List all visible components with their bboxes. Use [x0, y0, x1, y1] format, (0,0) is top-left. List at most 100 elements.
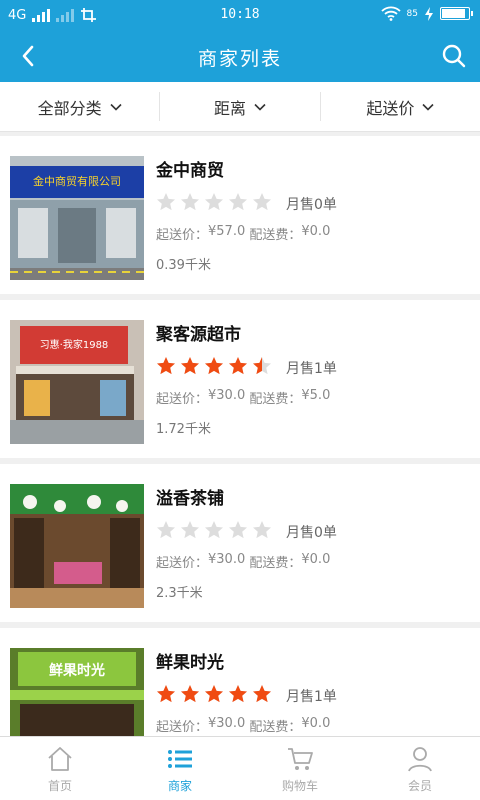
user-icon	[408, 746, 432, 771]
rating-stars	[156, 520, 272, 540]
home-icon	[48, 746, 72, 771]
rating-stars	[156, 192, 272, 212]
battery-icon	[440, 7, 473, 20]
chevron-down-icon	[110, 103, 122, 111]
delivery-fee-value: ¥0.0	[301, 552, 331, 567]
filter-min-order-label: 起送价	[366, 98, 415, 118]
star-filled-icon	[181, 357, 199, 375]
store-name: 鲜果时光	[156, 653, 224, 673]
star-filled-icon	[157, 685, 175, 703]
delivery-fee-value: ¥0.0	[301, 716, 331, 731]
store-photo	[10, 484, 144, 608]
star-filled-icon	[157, 357, 175, 375]
store-name: 金中商贸	[156, 161, 224, 181]
store-photo: 金中商贸有限公司	[10, 156, 144, 280]
monthly-sales: 月售1单	[286, 361, 337, 377]
tab-member-label: 会员	[407, 778, 432, 793]
store-card[interactable]: 溢香茶铺 月售0单 起送价： ¥30.0 配送费： ¥0.0 2.3千米	[0, 464, 480, 622]
star-filled-icon	[205, 357, 223, 375]
delivery-fee-label: 配送费：	[249, 720, 302, 735]
star-empty-icon	[205, 193, 223, 211]
store-sign-text: 习惠·我家1988	[40, 338, 109, 351]
store-sign-text: 鲜果时光	[49, 662, 105, 679]
tab-bar: 首页 商家 购物车 会员	[0, 736, 480, 800]
store-card[interactable]: 金中商贸有限公司 金中商贸 月售0单 起送价： ¥57.0 配送费： ¥0.0 …	[0, 136, 480, 294]
star-filled-icon	[205, 685, 223, 703]
filter-category-label: 全部分类	[37, 98, 102, 118]
filter-bar: 全部分类 距离 起送价	[0, 82, 480, 132]
monthly-sales: 月售1单	[286, 689, 337, 705]
filter-category[interactable]: 全部分类	[0, 92, 161, 121]
page-title: 商家列表	[197, 48, 282, 70]
tab-cart[interactable]: 购物车	[240, 737, 360, 800]
rating-stars	[156, 684, 272, 704]
star-empty-icon	[229, 521, 247, 539]
star-filled-icon	[229, 685, 247, 703]
min-order-label: 起送价：	[156, 720, 209, 735]
fee-info: 起送价： ¥30.0 配送费： ¥0.0	[156, 716, 330, 735]
tab-member[interactable]: 会员	[360, 737, 480, 800]
fee-info: 起送价： ¥30.0 配送费： ¥5.0	[156, 388, 330, 407]
delivery-fee-label: 配送费：	[249, 556, 302, 571]
tab-home-label: 首页	[47, 778, 72, 793]
charging-icon	[425, 6, 433, 21]
min-order-value: ¥30.0	[208, 388, 246, 403]
star-filled-icon	[181, 685, 199, 703]
min-order-label: 起送价：	[156, 392, 209, 407]
store-photo: 习惠·我家1988	[10, 320, 144, 444]
star-empty-icon	[157, 521, 175, 539]
delivery-fee-value: ¥5.0	[301, 388, 331, 403]
monthly-sales: 月售0单	[286, 197, 337, 213]
store-card[interactable]: 鲜果时光 鲜果时光 月售1单 起送价： ¥30.0 配送费： ¥0.0	[0, 628, 480, 736]
star-half-icon	[253, 357, 271, 375]
tab-stores[interactable]: 商家	[120, 737, 240, 800]
store-list: 金中商贸有限公司 金中商贸 月售0单 起送价： ¥57.0 配送费： ¥0.0 …	[0, 136, 480, 736]
cart-icon	[288, 747, 313, 770]
delivery-fee-label: 配送费：	[249, 392, 302, 407]
tab-stores-label: 商家	[167, 778, 192, 793]
chevron-down-icon	[254, 103, 266, 111]
star-empty-icon	[181, 193, 199, 211]
store-name: 溢香茶铺	[156, 489, 224, 509]
nav-bar: 商家列表	[0, 30, 480, 82]
status-right: 85	[380, 6, 473, 21]
back-button[interactable]	[14, 42, 42, 70]
star-empty-icon	[229, 193, 247, 211]
min-order-value: ¥30.0	[208, 716, 246, 731]
min-order-value: ¥57.0	[208, 224, 246, 239]
rating-stars	[156, 356, 272, 376]
monthly-sales: 月售0单	[286, 525, 337, 541]
star-filled-icon	[229, 357, 247, 375]
store-name: 聚客源超市	[156, 325, 241, 345]
star-empty-icon	[205, 521, 223, 539]
distance: 2.3千米	[156, 586, 203, 601]
min-order-label: 起送价：	[156, 228, 209, 243]
star-filled-icon	[253, 685, 271, 703]
star-empty-icon	[253, 521, 271, 539]
fee-info: 起送价： ¥30.0 配送费： ¥0.0	[156, 552, 330, 571]
distance: 1.72千米	[156, 422, 211, 437]
tab-cart-label: 购物车	[281, 778, 318, 793]
star-empty-icon	[181, 521, 199, 539]
status-bar: 4G 10:18 85	[0, 0, 480, 30]
filter-distance-label: 距离	[213, 98, 246, 118]
tab-home[interactable]: 首页	[0, 737, 120, 800]
distance: 0.39千米	[156, 258, 211, 273]
filter-min-order[interactable]: 起送价	[321, 92, 480, 121]
store-photo: 鲜果时光	[10, 648, 144, 736]
delivery-fee-label: 配送费：	[249, 228, 302, 243]
search-icon[interactable]	[440, 42, 468, 70]
store-card[interactable]: 习惠·我家1988 聚客源超市 月售1单 起送价： ¥30.0 配送费： ¥5.…	[0, 300, 480, 458]
wifi-icon	[380, 6, 401, 21]
delivery-fee-value: ¥0.0	[301, 224, 331, 239]
min-order-value: ¥30.0	[208, 552, 246, 567]
fee-info: 起送价： ¥57.0 配送费： ¥0.0	[156, 224, 330, 243]
filter-distance[interactable]: 距离	[160, 92, 321, 121]
chevron-down-icon	[422, 103, 434, 111]
star-empty-icon	[253, 193, 271, 211]
store-sign-text: 金中商贸有限公司	[33, 174, 121, 188]
back-arrow-icon	[22, 45, 34, 67]
battery-percent: 85	[406, 8, 418, 19]
min-order-label: 起送价：	[156, 556, 209, 571]
star-empty-icon	[157, 193, 175, 211]
